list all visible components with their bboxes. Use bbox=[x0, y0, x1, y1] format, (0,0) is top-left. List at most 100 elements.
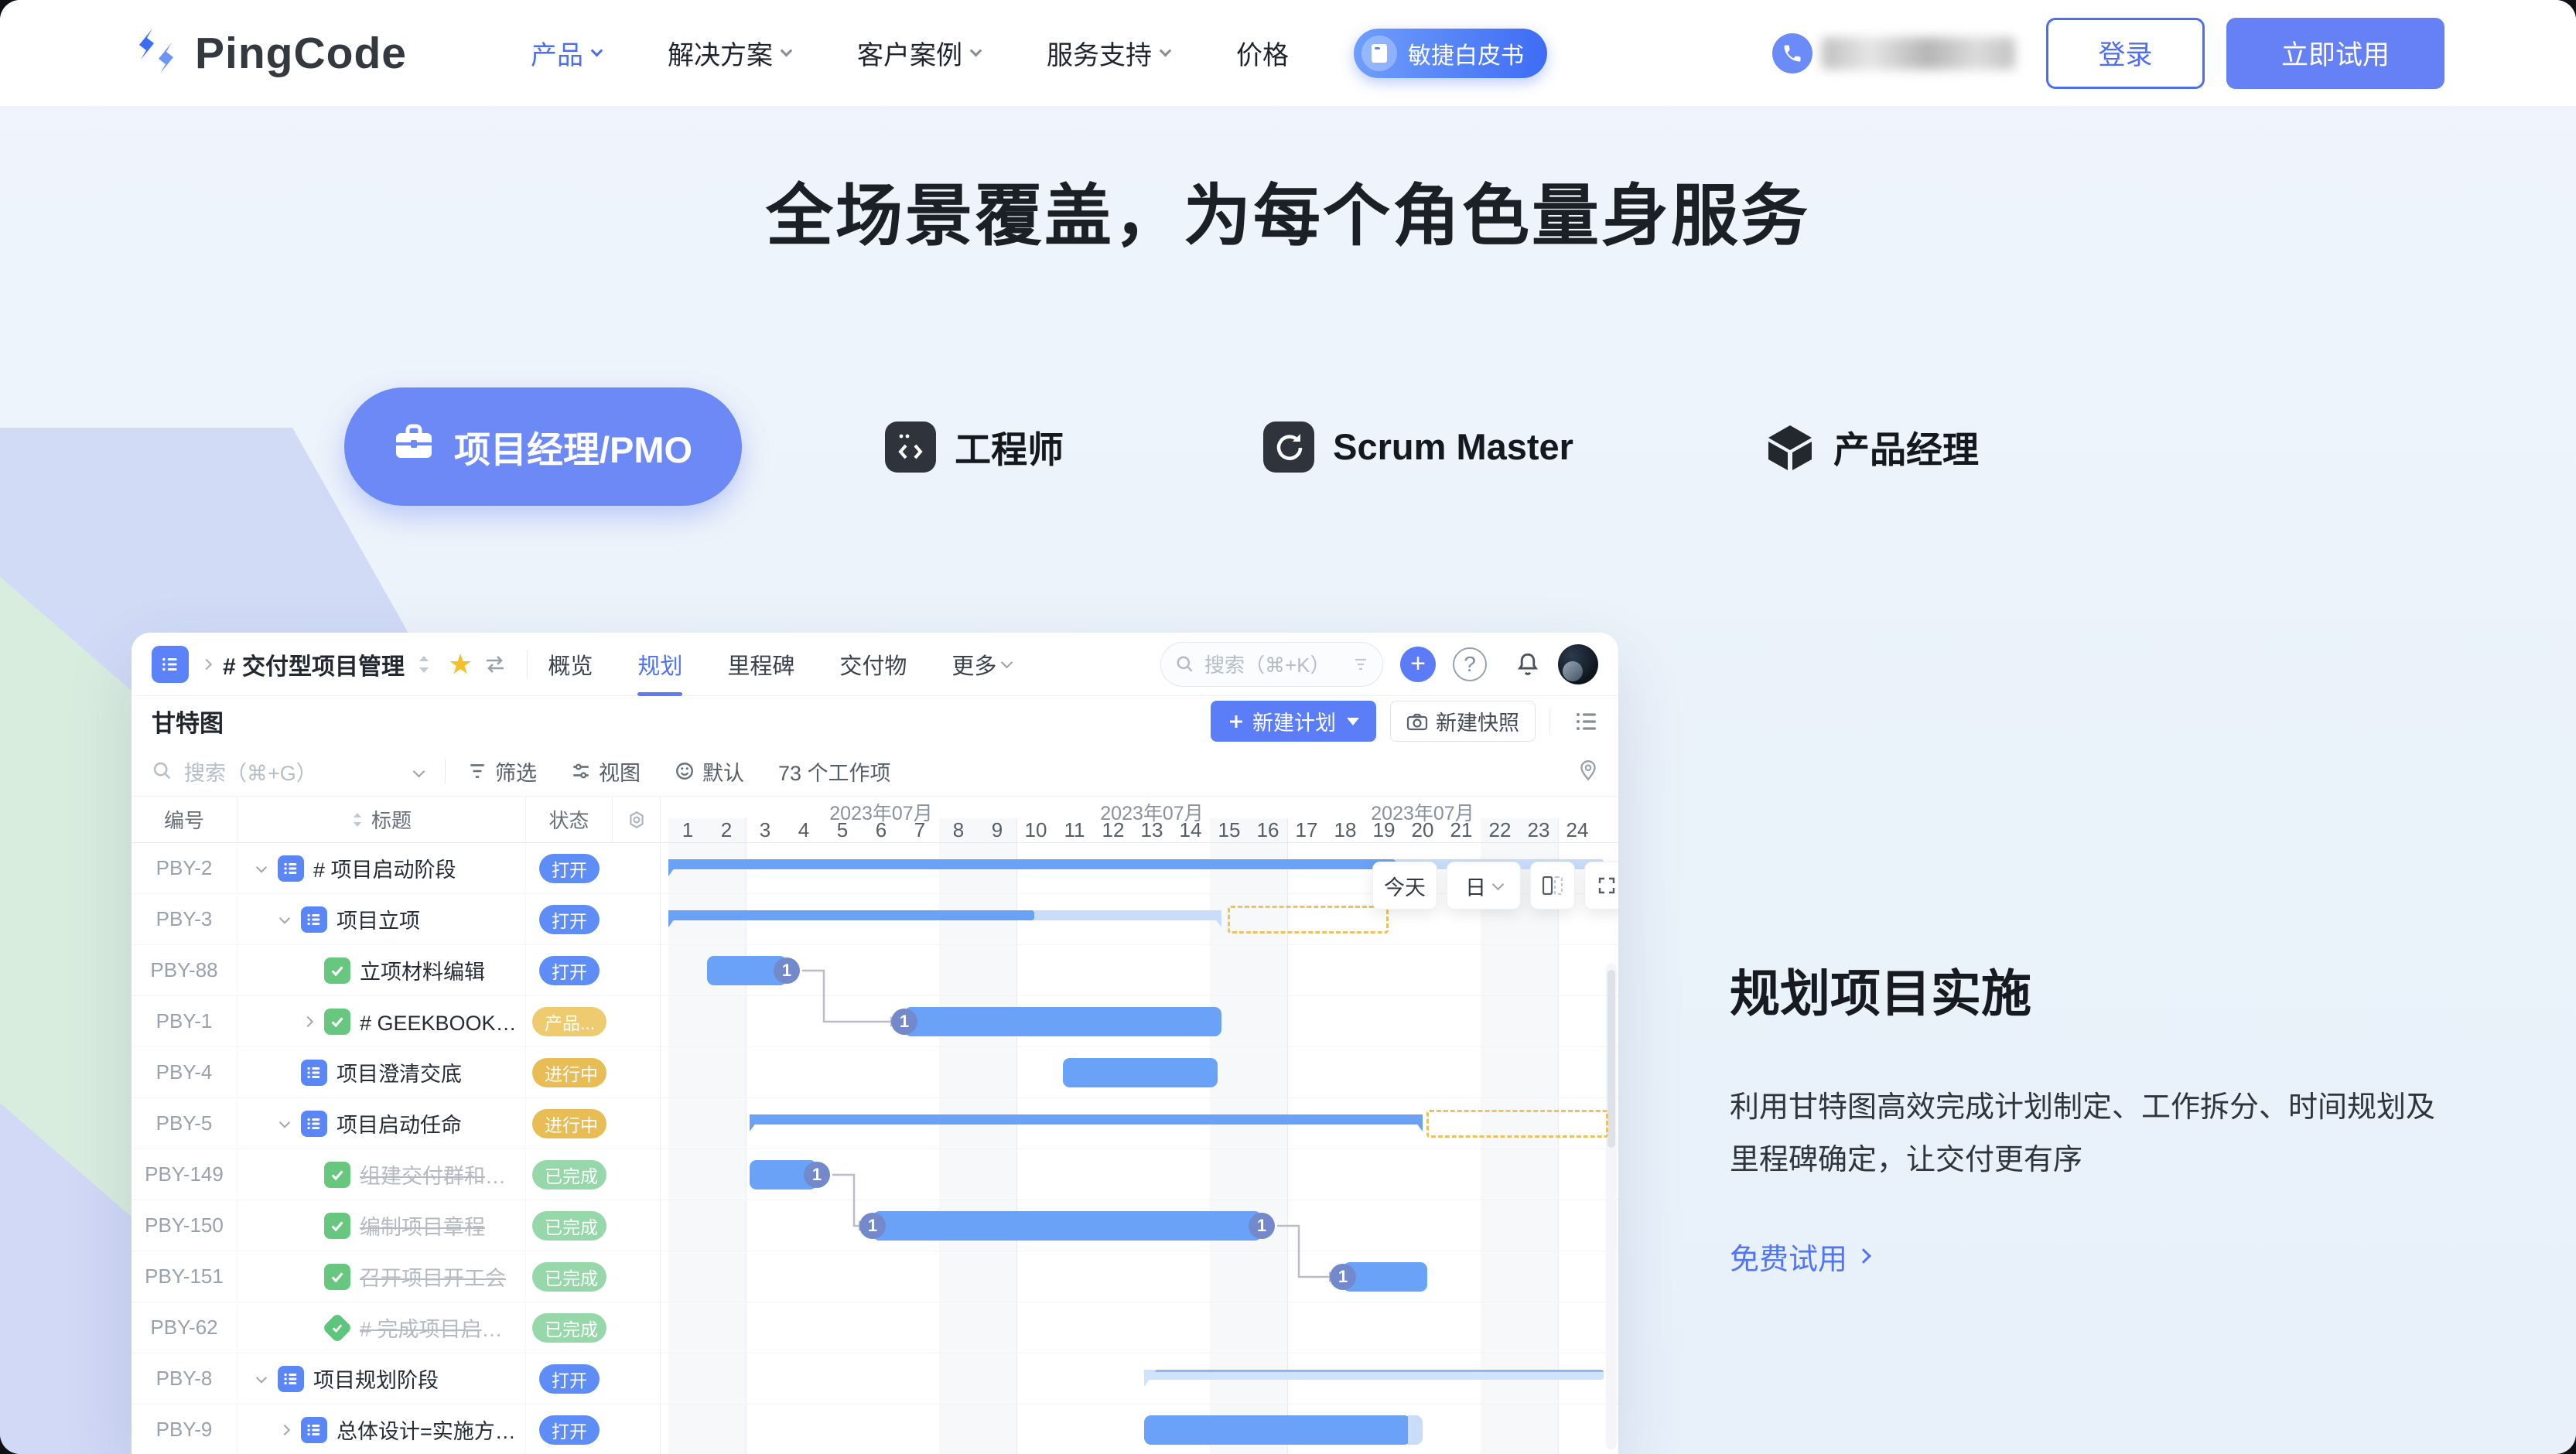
new-plan-button[interactable]: 新建计划 bbox=[1211, 701, 1376, 742]
day-label: 6 bbox=[862, 818, 900, 842]
nav-item-1[interactable]: 解决方案 bbox=[668, 34, 791, 72]
column-status[interactable]: 状态 bbox=[526, 797, 613, 842]
row-status-cell: 已完成 bbox=[526, 1313, 613, 1343]
status-badge[interactable]: 已完成 bbox=[532, 1211, 606, 1241]
status-badge[interactable]: 进行中 bbox=[532, 1109, 606, 1138]
nav-item-0[interactable]: 产品 bbox=[531, 34, 601, 72]
project-title[interactable]: # 交付型项目管理 bbox=[223, 647, 405, 681]
dependency-count-badge[interactable]: 1 bbox=[1330, 1264, 1356, 1290]
status-badge[interactable]: 打开 bbox=[539, 1364, 600, 1394]
dependency-count-badge[interactable]: 1 bbox=[891, 1009, 917, 1035]
sort-icon[interactable] bbox=[415, 654, 432, 674]
status-badge[interactable]: 已完成 bbox=[532, 1313, 606, 1343]
status-badge[interactable]: 打开 bbox=[539, 956, 600, 985]
row-status-cell: 已完成 bbox=[526, 1262, 613, 1292]
column-id[interactable]: 编号 bbox=[132, 797, 237, 842]
status-badge[interactable]: 已完成 bbox=[532, 1262, 606, 1292]
table-row[interactable]: PBY-2# 项目启动阶段打开 bbox=[132, 843, 660, 894]
row-id: PBY-151 bbox=[132, 1251, 237, 1302]
sort-icon bbox=[351, 811, 364, 828]
role-tab-3[interactable]: 产品经理 bbox=[1765, 420, 1979, 473]
dependency-count-badge[interactable]: 1 bbox=[774, 957, 800, 984]
table-row[interactable]: PBY-8项目规划阶段打开 bbox=[132, 1353, 660, 1405]
gantt-search-input[interactable]: 搜索（⌘+G） bbox=[152, 756, 415, 787]
expander-right-icon[interactable] bbox=[295, 1018, 321, 1026]
app-tab-4[interactable]: 更多 bbox=[951, 633, 1011, 696]
role-tab-active[interactable]: 项目经理/PMO bbox=[344, 387, 742, 506]
table-row[interactable]: PBY-149组建交付群和工作台已完成 bbox=[132, 1149, 660, 1200]
status-badge[interactable]: 已完成 bbox=[532, 1160, 606, 1189]
chevron-down-icon[interactable] bbox=[413, 765, 425, 777]
milestone-pin-icon[interactable] bbox=[1578, 759, 1598, 783]
whitepaper-badge[interactable]: 敏捷白皮书 bbox=[1354, 29, 1547, 78]
row-title: 组建交付群和工作台 bbox=[360, 1159, 525, 1189]
column-settings[interactable] bbox=[613, 797, 661, 842]
free-trial-link[interactable]: 免费试用 bbox=[1730, 1235, 1869, 1278]
table-row[interactable]: PBY-88立项材料编辑打开 bbox=[132, 945, 660, 996]
scrum-icon bbox=[1263, 422, 1314, 473]
status-badge[interactable]: 进行中 bbox=[532, 1058, 606, 1087]
status-badge[interactable]: 打开 bbox=[539, 1415, 600, 1445]
gantt-actions: 新建计划 新建快照 bbox=[1211, 701, 1598, 742]
expander-down-icon[interactable] bbox=[248, 1375, 275, 1383]
table-row[interactable]: PBY-4项目澄清交底进行中 bbox=[132, 1047, 660, 1098]
status-badge[interactable]: 打开 bbox=[539, 905, 600, 934]
app-tab-1[interactable]: 规划 bbox=[637, 633, 682, 696]
star-icon[interactable]: ★ bbox=[448, 648, 473, 681]
table-row[interactable]: PBY-5项目启动任命进行中 bbox=[132, 1098, 660, 1149]
list-view-icon[interactable] bbox=[1575, 711, 1598, 732]
swap-icon[interactable] bbox=[483, 654, 507, 674]
table-row[interactable]: PBY-62# 完成项目启动阶段...已完成 bbox=[132, 1302, 660, 1353]
book-icon bbox=[1361, 36, 1397, 71]
table-row[interactable]: PBY-1# GEEKBOOKS 极...产品... bbox=[132, 996, 660, 1047]
login-button[interactable]: 登录 bbox=[2046, 18, 2205, 89]
role-label: 项目经理/PMO bbox=[454, 420, 692, 473]
filter-button[interactable]: 筛选 bbox=[467, 756, 537, 787]
status-badge[interactable]: 产品... bbox=[532, 1007, 606, 1036]
expander-right-icon[interactable] bbox=[272, 1426, 298, 1434]
bell-icon[interactable] bbox=[1515, 651, 1541, 678]
work-item-count: 73 个工作项 bbox=[778, 756, 891, 787]
nav-item-4[interactable]: 价格 bbox=[1236, 34, 1289, 72]
table-row[interactable]: PBY-151召开项目开工会已完成 bbox=[132, 1251, 660, 1302]
expander-down-icon[interactable] bbox=[272, 1120, 298, 1128]
help-button[interactable]: ? bbox=[1453, 647, 1487, 681]
user-avatar[interactable] bbox=[1558, 644, 1598, 684]
nav-item-2[interactable]: 客户案例 bbox=[857, 34, 980, 72]
table-row[interactable]: PBY-3项目立项打开 bbox=[132, 894, 660, 945]
search-input[interactable]: 搜索（⌘+K） bbox=[1160, 642, 1383, 687]
columns-toggle-button[interactable] bbox=[1530, 862, 1575, 910]
app-window: # 交付型项目管理 ★ 概览规划里程碑交付物更多 搜索（⌘+K） + ? bbox=[132, 633, 1618, 1454]
time-unit-select[interactable]: 日 bbox=[1447, 862, 1521, 910]
role-tab-2[interactable]: Scrum Master bbox=[1263, 422, 1573, 473]
app-tab-3[interactable]: 交付物 bbox=[839, 633, 907, 696]
day-label: 16 bbox=[1249, 818, 1287, 842]
today-button[interactable]: 今天 bbox=[1372, 862, 1437, 910]
nav-item-label: 价格 bbox=[1236, 34, 1289, 72]
hero-title: 全场景覆盖，为每个角色量身服务 bbox=[0, 162, 2576, 259]
brand[interactable]: PingCode bbox=[132, 26, 407, 80]
table-row[interactable]: PBY-9总体设计=实施方案（...打开 bbox=[132, 1405, 660, 1454]
role-tab-1[interactable]: 工程师 bbox=[885, 420, 1064, 473]
expander-down-icon[interactable] bbox=[248, 865, 275, 872]
dependency-count-badge[interactable]: 1 bbox=[1249, 1213, 1275, 1239]
new-snapshot-button[interactable]: 新建快照 bbox=[1390, 701, 1536, 742]
row-status-cell: 产品... bbox=[526, 1007, 613, 1036]
table-row[interactable]: PBY-150编制项目章程已完成 bbox=[132, 1200, 660, 1251]
app-tab-0[interactable]: 概览 bbox=[548, 633, 593, 696]
fullscreen-button[interactable] bbox=[1584, 862, 1618, 910]
default-view-button[interactable]: 默认 bbox=[675, 756, 744, 787]
row-status-cell: 打开 bbox=[526, 905, 613, 934]
feature-heading: 规划项目实施 bbox=[1730, 953, 2472, 1026]
view-button[interactable]: 视图 bbox=[571, 756, 641, 787]
dependency-count-badge[interactable]: 1 bbox=[859, 1213, 886, 1239]
chevron-right-icon bbox=[201, 658, 212, 669]
status-badge[interactable]: 打开 bbox=[539, 854, 600, 883]
expander-down-icon[interactable] bbox=[272, 916, 298, 923]
nav-item-3[interactable]: 服务支持 bbox=[1047, 34, 1170, 72]
add-button[interactable]: + bbox=[1400, 647, 1436, 682]
app-tab-2[interactable]: 里程碑 bbox=[727, 633, 794, 696]
try-now-button[interactable]: 立即试用 bbox=[2226, 18, 2444, 89]
dependency-count-badge[interactable]: 1 bbox=[804, 1162, 830, 1188]
column-title[interactable]: 标题 bbox=[237, 797, 526, 842]
